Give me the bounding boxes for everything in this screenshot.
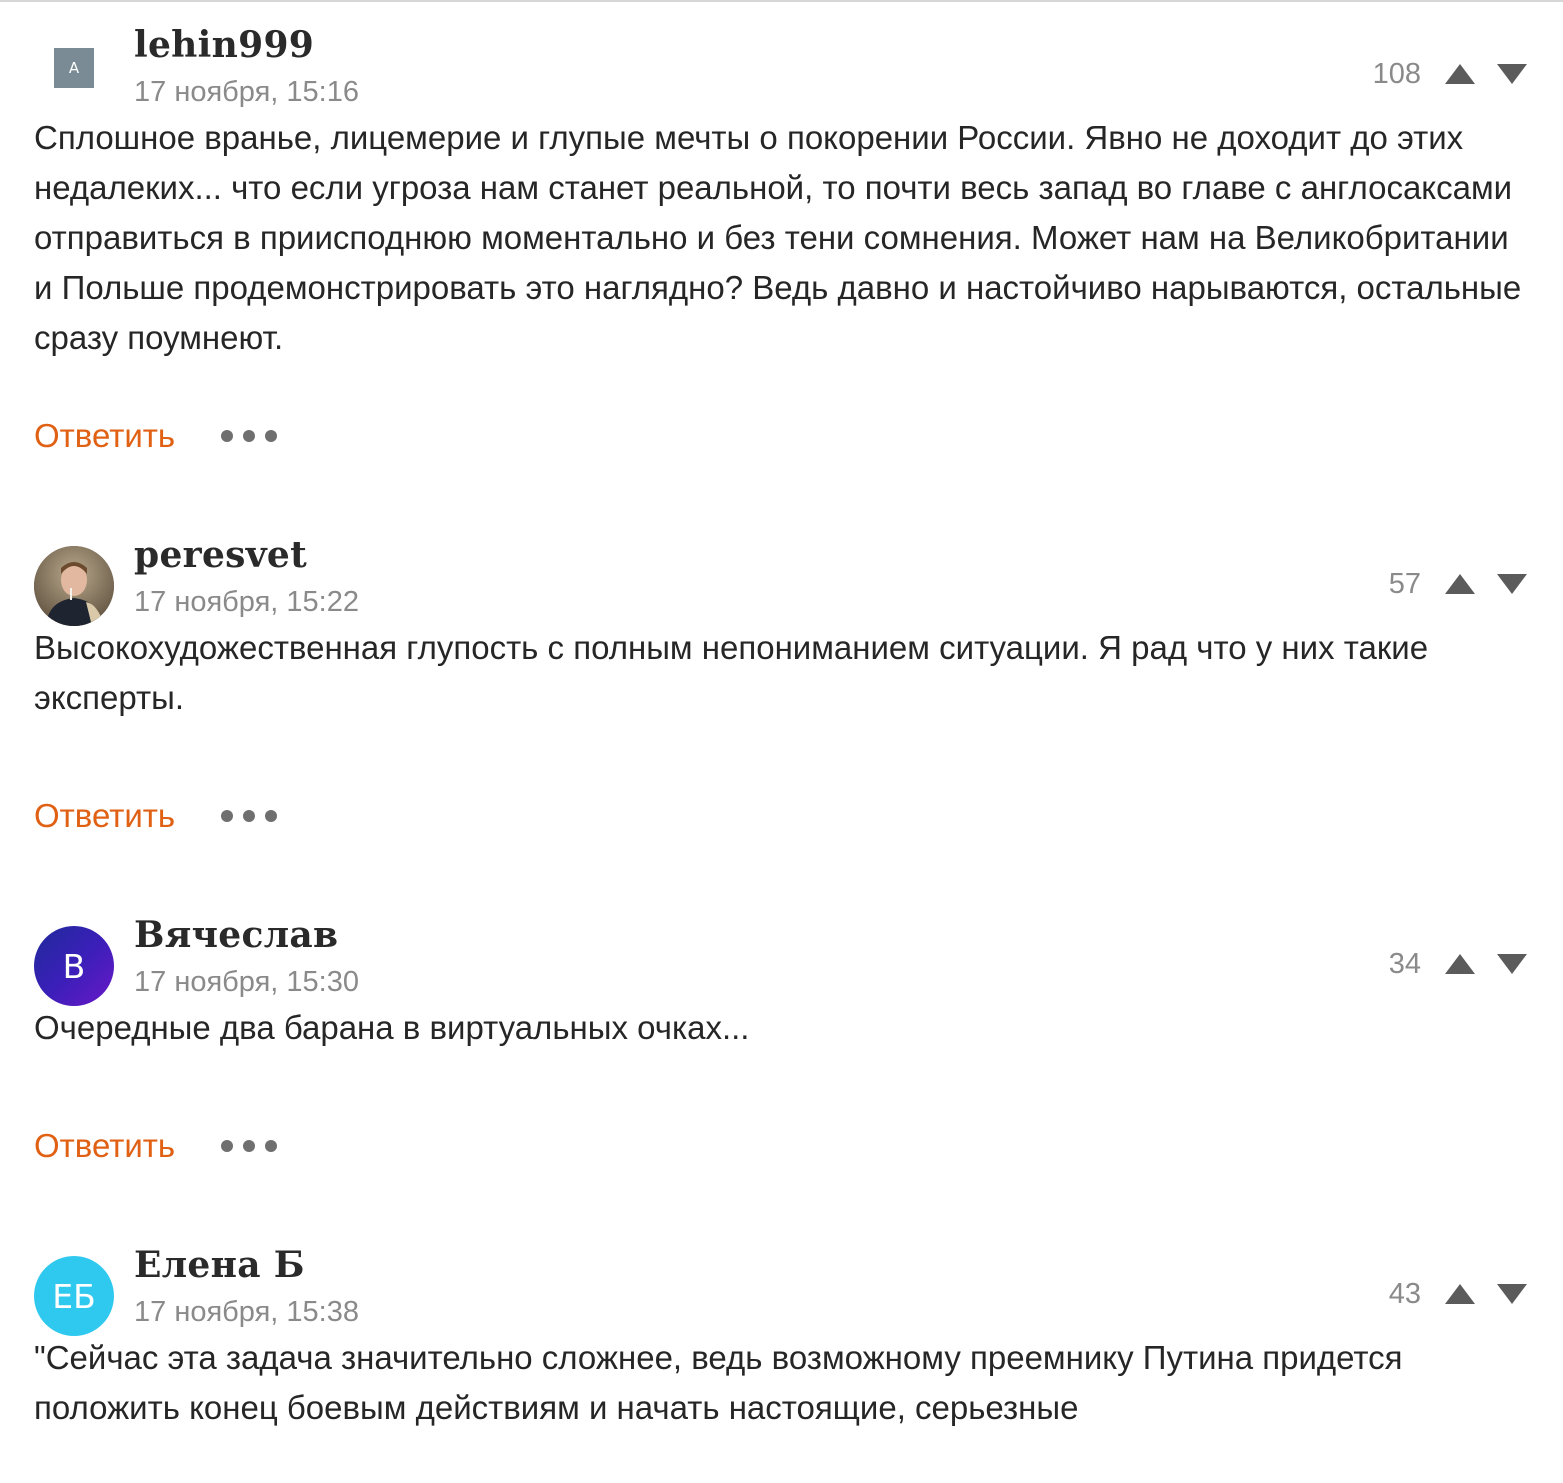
vote-down-icon[interactable]: [1495, 570, 1529, 598]
comment-text: Сплошное вранье, лицемерие и глупые мечт…: [34, 119, 1522, 356]
more-dots-icon[interactable]: [221, 421, 278, 451]
vote-down-icon[interactable]: [1495, 60, 1529, 88]
vote-down-icon[interactable]: [1495, 1280, 1529, 1308]
vote-score: 43: [1388, 1277, 1421, 1310]
user-photo-icon: [34, 546, 114, 626]
comment-author[interactable]: Вячеслав: [134, 914, 338, 956]
reply-button[interactable]: Ответить: [34, 417, 175, 455]
comment-author[interactable]: lehin999: [134, 24, 314, 66]
vote-up-icon[interactable]: [1443, 950, 1477, 978]
avatar[interactable]: ЕБ: [34, 1256, 114, 1336]
comment-actions: Ответить: [34, 796, 278, 836]
comment-actions: Ответить: [34, 1126, 278, 1166]
comment-rating: 57: [1389, 564, 1529, 604]
comment-date: 17 ноября, 15:16: [134, 76, 359, 108]
comment-date: 17 ноября, 15:22: [134, 586, 359, 618]
comment-rating: 34: [1389, 944, 1529, 984]
top-divider: [0, 0, 1563, 2]
more-dots-icon[interactable]: [221, 801, 278, 831]
avatar[interactable]: В: [34, 926, 114, 1006]
vote-score: 34: [1388, 947, 1421, 980]
comment-rating: 43: [1389, 1274, 1529, 1314]
vote-up-icon[interactable]: [1443, 60, 1477, 88]
comment-date: 17 ноября, 15:38: [134, 1296, 359, 1328]
comment-text: Высокохудожественная глупость с полным н…: [34, 629, 1429, 716]
vote-score: 108: [1372, 57, 1421, 90]
vote-down-icon[interactable]: [1495, 950, 1529, 978]
more-dots-icon[interactable]: [221, 1131, 278, 1161]
reply-button[interactable]: Ответить: [34, 797, 175, 835]
vote-up-icon[interactable]: [1443, 570, 1477, 598]
comment-author[interactable]: peresvet: [134, 534, 307, 576]
vote-score: 57: [1388, 567, 1421, 600]
comment-author[interactable]: Елена Б: [134, 1244, 305, 1286]
avatar[interactable]: A: [54, 48, 94, 88]
vote-up-icon[interactable]: [1443, 1280, 1477, 1308]
avatar[interactable]: [34, 546, 114, 626]
comment-text: "Сейчас эта задача значительно сложнее, …: [34, 1339, 1403, 1426]
comment-actions: Ответить: [34, 416, 278, 456]
comment-rating: 108: [1373, 54, 1529, 94]
comment-date: 17 ноября, 15:30: [134, 966, 359, 998]
comment-text: Очередные два барана в виртуальных очках…: [34, 1009, 750, 1046]
reply-button[interactable]: Ответить: [34, 1127, 175, 1165]
